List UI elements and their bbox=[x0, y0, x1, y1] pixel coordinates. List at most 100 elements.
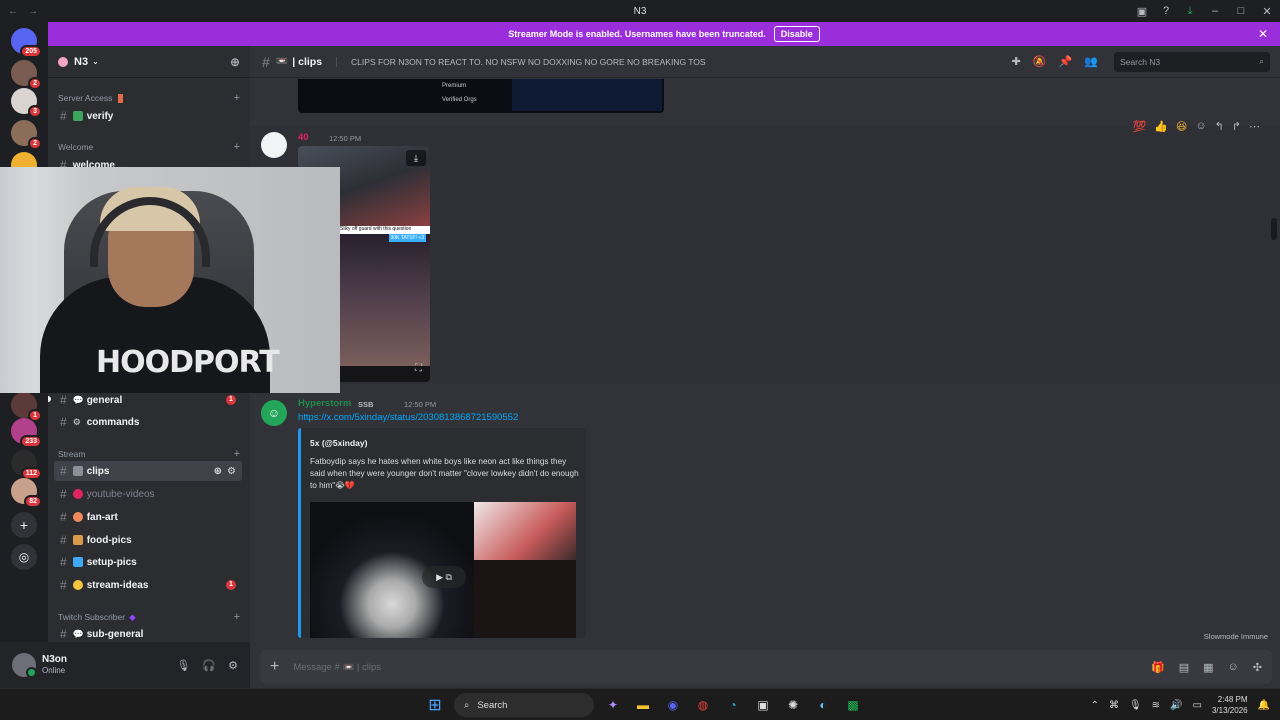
taskbar-search[interactable]: ⌕ Search bbox=[454, 693, 594, 717]
server-icon[interactable]: 233 bbox=[11, 418, 42, 448]
copilot-icon[interactable]: ✦ bbox=[602, 694, 624, 716]
avatar[interactable] bbox=[12, 653, 37, 678]
category-twitch-subscriber[interactable]: Twitch Subscriber ◆ + bbox=[58, 611, 240, 623]
reaction-icon[interactable]: 💯 bbox=[1132, 120, 1146, 133]
emoji-icon[interactable]: ☺ bbox=[1228, 661, 1239, 674]
sticker-icon[interactable]: ▦ bbox=[1203, 661, 1213, 674]
play-icon[interactable]: ▶ ⧉ bbox=[422, 566, 466, 588]
channel-food-pics[interactable]: # food-pics bbox=[54, 530, 242, 550]
help-icon[interactable]: ? bbox=[1154, 5, 1178, 17]
close-icon[interactable]: ✕ bbox=[1258, 27, 1268, 41]
discover-icon[interactable]: ◎ bbox=[11, 544, 37, 570]
search-input[interactable]: Search N3 ⌕ bbox=[1114, 51, 1270, 72]
server-icon[interactable]: 2 bbox=[11, 60, 42, 90]
message-composer[interactable]: + Message # 📼 | clips 🎁 ▤ ▦ ☺ ✣ bbox=[260, 650, 1272, 684]
previous-image-attachment[interactable]: Premium Verified Orgs bbox=[298, 79, 664, 113]
member-list-icon[interactable]: 👥 bbox=[1084, 55, 1098, 68]
category-stream[interactable]: Stream + bbox=[58, 448, 240, 460]
network-icon[interactable]: ⌘ bbox=[1109, 700, 1119, 711]
home-server-icon[interactable]: 205 bbox=[11, 28, 42, 58]
add-channel-icon[interactable]: + bbox=[234, 141, 240, 153]
channel-clips[interactable]: # clips ⊕ ⚙ bbox=[54, 461, 242, 481]
channel-youtube-videos[interactable]: # youtube-videos bbox=[54, 484, 242, 504]
invite-icon[interactable]: ⊕ bbox=[214, 466, 222, 477]
app-icon[interactable]: ▩ bbox=[842, 694, 864, 716]
pin-icon[interactable]: 📌 bbox=[1059, 55, 1073, 68]
thumbs-up-icon[interactable]: 👍 bbox=[1154, 120, 1168, 133]
add-channel-icon[interactable]: + bbox=[234, 92, 240, 104]
laughing-icon[interactable]: 😆 bbox=[1176, 120, 1187, 133]
scrollbar[interactable] bbox=[1271, 218, 1277, 240]
more-options-icon[interactable]: ⋯ bbox=[1249, 120, 1260, 133]
server-icon[interactable]: 2 bbox=[11, 120, 42, 150]
avatar[interactable]: ☺ bbox=[261, 400, 287, 426]
channel-setup-pics[interactable]: # setup-pics bbox=[54, 552, 242, 572]
maximize-button[interactable]: □ bbox=[1228, 5, 1254, 17]
message-author[interactable]: 40 bbox=[298, 132, 309, 143]
server-icon[interactable]: 112 bbox=[11, 450, 42, 480]
channel-stream-ideas[interactable]: # stream-ideas 1 bbox=[54, 575, 242, 595]
start-icon[interactable]: ⊞ bbox=[424, 694, 446, 716]
edge-icon[interactable]: ◔ bbox=[722, 694, 744, 716]
headphones-icon[interactable]: 🎧 bbox=[202, 659, 216, 672]
reply-icon[interactable]: ↰ bbox=[1215, 120, 1224, 133]
message-author[interactable]: Hyperstorm bbox=[298, 398, 351, 409]
message-input[interactable]: Message # 📼 | clips bbox=[293, 662, 381, 673]
microphone-icon[interactable]: 🎙 bbox=[1129, 700, 1142, 711]
server-icon[interactable]: 1 bbox=[11, 392, 42, 422]
channel-commands[interactable]: # ⚙ commands bbox=[54, 412, 242, 432]
steam-icon[interactable]: ◐ bbox=[812, 694, 834, 716]
notification-icon[interactable]: 🔔 bbox=[1258, 700, 1270, 711]
add-reaction-icon[interactable]: ☺ bbox=[1195, 120, 1206, 133]
add-server-icon[interactable]: + bbox=[11, 512, 37, 538]
discord-icon[interactable]: ◉ bbox=[662, 694, 684, 716]
wifi-icon[interactable]: ≋ bbox=[1152, 700, 1160, 711]
chrome-icon[interactable]: ◍ bbox=[692, 694, 714, 716]
attach-icon[interactable]: + bbox=[270, 658, 279, 676]
download-icon[interactable]: ⤓ bbox=[406, 150, 426, 166]
chatgpt-icon[interactable]: ✺ bbox=[782, 694, 804, 716]
channel-fan-art[interactable]: # fan-art bbox=[54, 507, 242, 527]
volume-icon[interactable]: 🔊 bbox=[1170, 700, 1182, 711]
minimize-button[interactable]: – bbox=[1202, 5, 1228, 17]
add-channel-icon[interactable]: + bbox=[234, 611, 240, 623]
fullscreen-icon[interactable]: ⛶ bbox=[415, 363, 422, 374]
channel-general[interactable]: # 💬 general 1 bbox=[54, 390, 242, 410]
forward-icon[interactable]: ↱ bbox=[1232, 120, 1241, 133]
apps-icon[interactable]: ✣ bbox=[1253, 661, 1262, 674]
category-welcome[interactable]: Welcome + bbox=[58, 141, 240, 153]
screen-share-icon[interactable]: ▣ bbox=[1130, 5, 1154, 18]
gift-icon[interactable]: 🎁 bbox=[1151, 661, 1165, 674]
threads-icon[interactable]: ✚ bbox=[1012, 55, 1021, 68]
message-link[interactable]: https://x.com/5xinday/status/20308138687… bbox=[298, 412, 518, 423]
embed-video-thumbnail[interactable]: ▶ ⧉ bbox=[310, 502, 576, 638]
add-user-icon[interactable]: ⊕ bbox=[230, 55, 240, 69]
channel-verify[interactable]: # verify bbox=[54, 106, 242, 126]
forward-arrow-icon[interactable]: → bbox=[28, 6, 38, 17]
back-arrow-icon[interactable]: ← bbox=[8, 6, 18, 17]
download-icon[interactable]: ⤓ bbox=[1178, 5, 1202, 18]
microphone-icon[interactable]: 🎙 bbox=[176, 659, 190, 672]
clock[interactable]: 2:48 PM 3/13/2026 bbox=[1212, 694, 1248, 716]
guild-header[interactable]: N3 ⌄ ⊕ bbox=[48, 46, 250, 78]
channel-label: clips bbox=[86, 465, 110, 477]
file-explorer-icon[interactable]: ▬ bbox=[632, 694, 654, 716]
battery-icon[interactable]: ▭ bbox=[1193, 700, 1202, 711]
channel-sub-general[interactable]: # 💬 sub-general bbox=[54, 624, 242, 642]
chevron-down-icon: ⌄ bbox=[92, 57, 99, 66]
add-channel-icon[interactable]: + bbox=[234, 448, 240, 460]
server-icon[interactable]: 82 bbox=[11, 478, 42, 508]
server-icon[interactable]: 3 bbox=[11, 88, 42, 118]
channel-settings-icon[interactable]: ⚙ bbox=[227, 466, 236, 477]
store-icon[interactable]: ▣ bbox=[752, 694, 774, 716]
embed-author[interactable]: 5x (@5xinday) bbox=[310, 438, 367, 448]
disable-button[interactable]: Disable bbox=[773, 26, 820, 42]
category-server-access[interactable]: Server Access + bbox=[58, 92, 240, 104]
avatar[interactable] bbox=[261, 132, 287, 158]
notification-bell-icon[interactable]: 🔕 bbox=[1033, 55, 1047, 68]
gif-icon[interactable]: ▤ bbox=[1179, 661, 1189, 674]
channel-topic[interactable]: CLIPS FOR N3ON TO REACT TO. NO NSFW NO D… bbox=[336, 56, 706, 67]
chevron-up-icon[interactable]: ⌃ bbox=[1091, 700, 1099, 711]
user-settings-gear-icon[interactable]: ⚙ bbox=[228, 659, 238, 672]
close-window-button[interactable]: ✕ bbox=[1254, 5, 1280, 18]
